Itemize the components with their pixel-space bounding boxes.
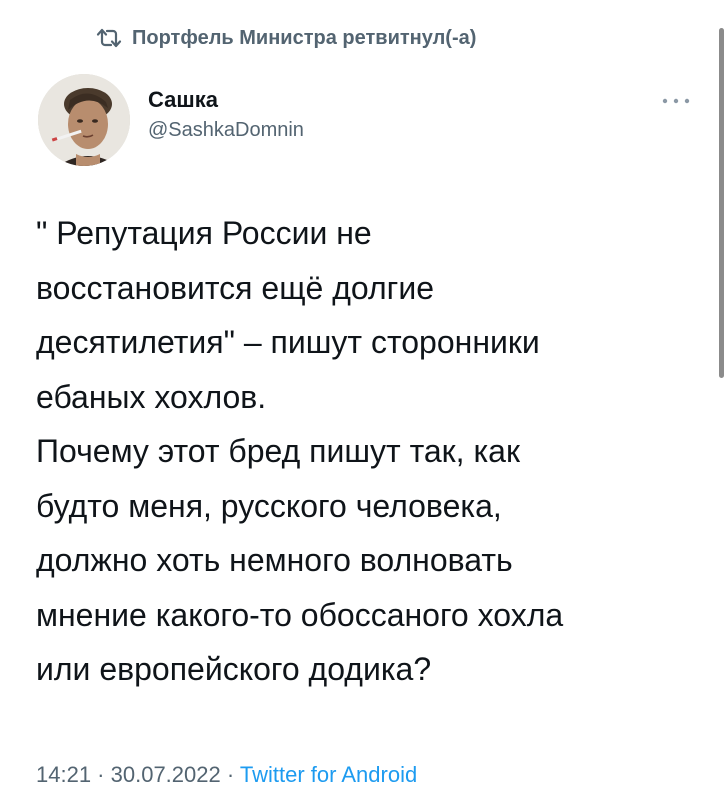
author-display-name[interactable]: Сашка xyxy=(148,86,304,114)
retweet-icon xyxy=(96,27,122,49)
retweet-label: Портфель Министра ретвитнул(-а) xyxy=(132,26,477,49)
author-block[interactable]: Сашка @SashkaDomnin xyxy=(148,86,304,144)
retweet-indicator[interactable]: Портфель Министра ретвитнул(-а) xyxy=(96,24,476,52)
tweet-meta: 14:21 · 30.07.2022 · Twitter for Android xyxy=(36,760,417,790)
tweet-source-link[interactable]: Twitter for Android xyxy=(240,762,417,787)
scrollbar[interactable] xyxy=(714,0,728,800)
more-options-button[interactable] xyxy=(660,92,692,110)
author-handle[interactable]: @SashkaDomnin xyxy=(148,116,304,144)
tweet-time[interactable]: 14:21 xyxy=(36,762,91,787)
meta-separator: · xyxy=(91,762,111,787)
tweet-date[interactable]: 30.07.2022 xyxy=(111,762,221,787)
more-horizontal-icon xyxy=(661,92,691,110)
tweet-text: " Репутация России не восстановится ещё … xyxy=(36,215,564,687)
meta-separator-2: · xyxy=(220,762,240,787)
scrollbar-thumb[interactable] xyxy=(719,28,724,378)
avatar[interactable] xyxy=(38,74,130,166)
